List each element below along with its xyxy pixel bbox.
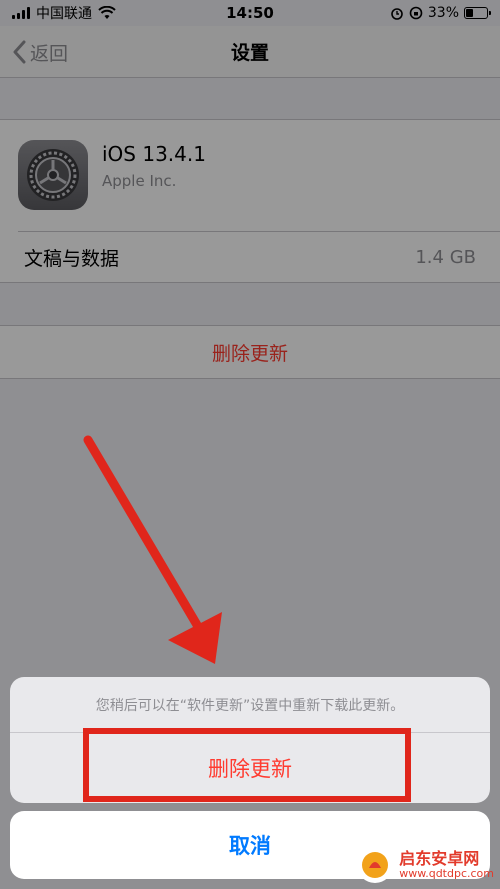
watermark-name: 启东安卓网 (399, 849, 480, 869)
action-sheet-message: 您稍后可以在“软件更新”设置中重新下载此更新。 (10, 677, 490, 733)
site-watermark: 启东安卓网 www.qdtdpc.com (357, 847, 494, 883)
watermark-text: 启东安卓网 www.qdtdpc.com (399, 850, 494, 880)
highlight-box (83, 728, 411, 802)
watermark-url: www.qdtdpc.com (399, 866, 494, 880)
settings-screen: 中国联通 14:50 33% 返回 设置 iOS 13.4.1 Apple In… (0, 0, 500, 889)
watermark-logo-icon (357, 847, 394, 883)
